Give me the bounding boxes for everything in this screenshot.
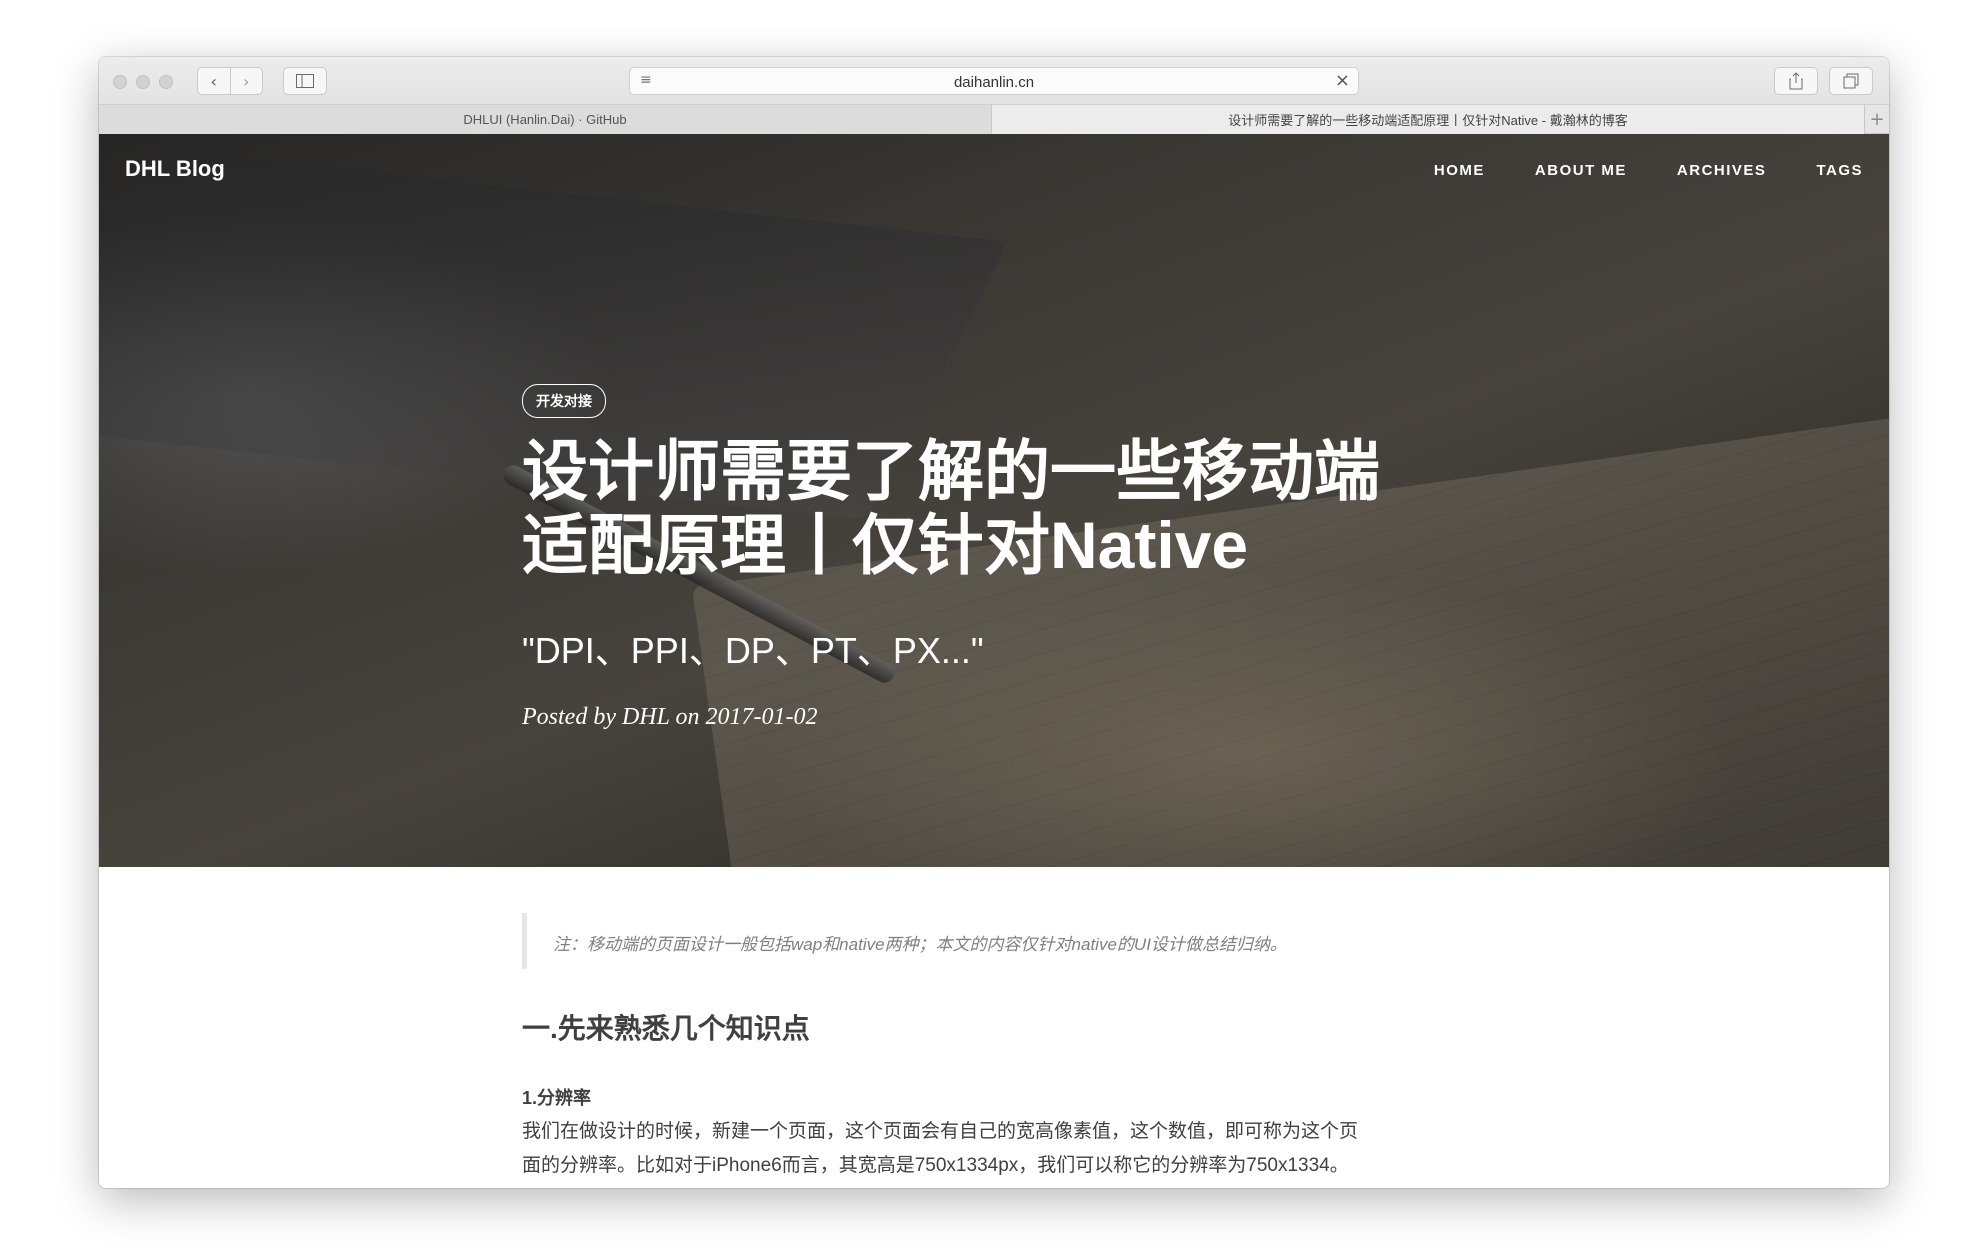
nav-tags[interactable]: TAGS (1816, 162, 1863, 179)
share-icon (1789, 72, 1803, 90)
article-body: 注：移动端的页面设计一般包括wap和native两种；本文的内容仅针对nativ… (99, 867, 1889, 1188)
post-tag[interactable]: 开发对接 (522, 384, 606, 418)
paragraph-line-1: 我们在做设计的时候，新建一个页面，这个页面会有自己的宽高像素值，这个数值，即可称… (522, 1121, 1359, 1142)
close-window-button[interactable] (113, 75, 127, 89)
sidebar-toggle-button[interactable] (283, 67, 327, 95)
subsection-heading: 1.分辨率 (522, 1088, 592, 1108)
close-icon[interactable]: × (1335, 70, 1350, 91)
navigation-buttons: ‹ › (197, 67, 263, 95)
zoom-window-button[interactable] (159, 75, 173, 89)
post-title-line-1: 设计师需要了解的一些移动端 (522, 434, 1380, 508)
minimize-window-button[interactable] (136, 75, 150, 89)
tab-blog-post[interactable]: 设计师需要了解的一些移动端适配原理丨仅针对Native - 戴瀚林的博客 (992, 105, 1864, 134)
post-title: 设计师需要了解的一些移动端 适配原理丨仅针对Native (522, 434, 1462, 582)
nav-about-me[interactable]: ABOUT ME (1535, 162, 1627, 179)
url-text: daihanlin.cn (953, 74, 1035, 91)
browser-toolbar: ‹ › ≡ daihanlin.cn × (99, 57, 1889, 105)
post-meta: Posted by DHL on 2017-01-02 (522, 704, 818, 730)
sidebar-icon (296, 74, 314, 88)
forward-button[interactable]: › (229, 68, 263, 94)
section-heading: 一.先来熟悉几个知识点 (522, 1013, 810, 1044)
new-tab-button[interactable]: + (1864, 105, 1889, 134)
post-title-line-2: 适配原理丨仅针对Native (522, 508, 1249, 582)
nav-archives[interactable]: ARCHIVES (1677, 162, 1767, 179)
article-paragraph: 我们在做设计的时候，新建一个页面，这个页面会有自己的宽高像素值，这个数值，即可称… (522, 1115, 1422, 1183)
tabs-icon (1843, 73, 1859, 89)
share-button[interactable] (1774, 67, 1818, 95)
browser-window: ‹ › ≡ daihanlin.cn × DHLUI (Hanlin.Dai) … (99, 57, 1889, 1188)
site-brand-link[interactable]: DHL Blog (125, 156, 225, 182)
post-subtitle: "DPI、PPI、DP、PT、PX..." (522, 630, 984, 671)
nav-home[interactable]: HOME (1434, 162, 1485, 179)
paragraph-line-2: 面的分辨率。比如对于iPhone6而言，其宽高是750x1334px，我们可以称… (522, 1155, 1349, 1176)
site-nav: HOME ABOUT ME ARCHIVES TAGS (1434, 162, 1863, 179)
tab-github[interactable]: DHLUI (Hanlin.Dai) · GitHub (99, 105, 992, 134)
article-note: 注：移动端的页面设计一般包括wap和native两种；本文的内容仅针对nativ… (522, 913, 1422, 969)
back-button[interactable]: ‹ (198, 68, 230, 94)
address-bar[interactable]: ≡ daihanlin.cn × (629, 67, 1359, 95)
show-tabs-button[interactable] (1829, 67, 1873, 95)
hero-header: DHL Blog HOME ABOUT ME ARCHIVES TAGS 开发对… (99, 134, 1889, 867)
tab-bar: DHLUI (Hanlin.Dai) · GitHub 设计师需要了解的一些移动… (99, 105, 1889, 134)
